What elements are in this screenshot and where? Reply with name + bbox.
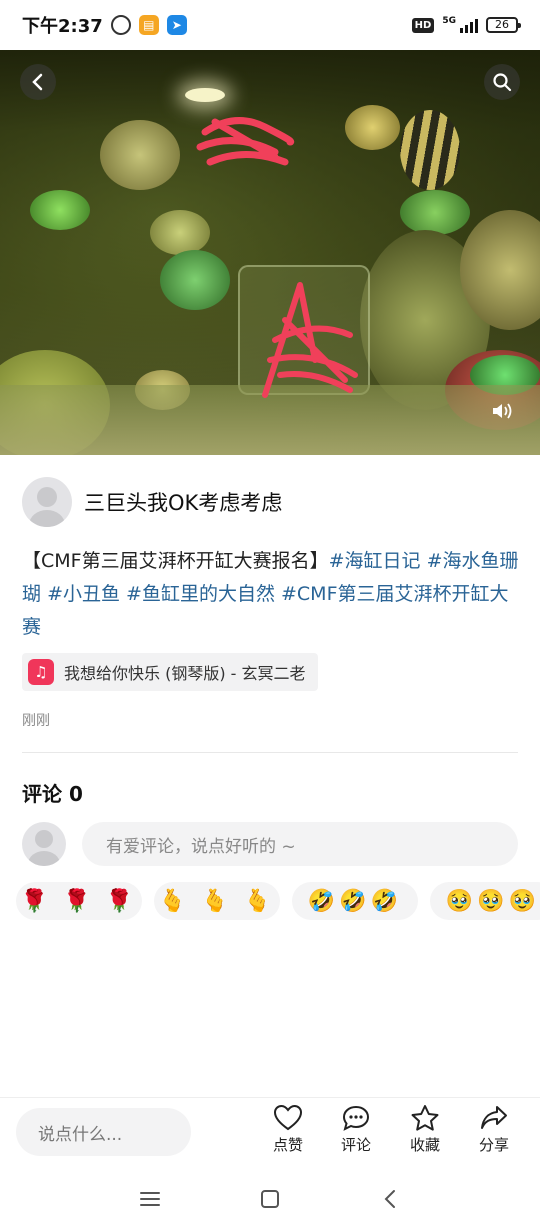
like-label: 点赞 bbox=[272, 1136, 303, 1154]
home-button[interactable] bbox=[256, 1185, 284, 1213]
menu-button[interactable] bbox=[136, 1185, 164, 1213]
menu-icon bbox=[140, 1192, 160, 1206]
back-arrow-icon bbox=[32, 73, 43, 91]
author-row[interactable]: 三巨头我OK考虑考虑 bbox=[22, 477, 282, 527]
network-label: 5G bbox=[442, 16, 456, 26]
quick-emoji-laughing[interactable]: 🤣🤣🤣 bbox=[292, 882, 418, 920]
post-title: 【CMF第三届艾湃杯开缸大赛报名】 bbox=[22, 550, 329, 572]
comment-bubble-icon bbox=[342, 1105, 370, 1131]
system-nav-bar bbox=[0, 1167, 540, 1230]
hashtag[interactable]: #海缸日记 bbox=[329, 550, 421, 572]
share-arrow-icon bbox=[481, 1106, 507, 1129]
coral bbox=[160, 250, 230, 310]
quick-emoji-teary[interactable]: 🥹🥹🥹 bbox=[430, 882, 540, 920]
back-button[interactable] bbox=[20, 64, 56, 100]
coral bbox=[345, 105, 400, 150]
comment-input[interactable]: 有爱评论，说点好听的 ~ bbox=[82, 822, 518, 866]
coral bbox=[150, 210, 210, 255]
music-note-icon: ♫ bbox=[28, 659, 54, 685]
post-text: 【CMF第三届艾湃杯开缸大赛报名】#海缸日记 #海水鱼珊瑚 #小丑鱼 #鱼缸里的… bbox=[22, 545, 522, 644]
comments-title: 评论 0 bbox=[22, 778, 83, 807]
fish bbox=[400, 110, 460, 190]
chevron-left-icon bbox=[384, 1190, 395, 1208]
comment-label: 评论 bbox=[340, 1136, 371, 1154]
like-button[interactable]: 点赞 bbox=[263, 1104, 313, 1155]
quick-emoji-rose[interactable]: 🌹 🌹 🌹 bbox=[16, 882, 142, 920]
system-back-button[interactable] bbox=[376, 1185, 404, 1213]
quick-emoji-heart-hands[interactable]: 🫰 🫰 🫰 bbox=[154, 882, 280, 920]
share-button[interactable]: 分享 bbox=[469, 1104, 519, 1155]
hd-badge: HD bbox=[411, 17, 435, 33]
heart-icon bbox=[273, 1104, 303, 1131]
tank-light bbox=[185, 88, 225, 102]
home-square-icon bbox=[261, 1190, 279, 1208]
divider bbox=[22, 752, 518, 753]
coral bbox=[400, 190, 470, 235]
app-notification-icon: ▤ bbox=[138, 15, 159, 35]
status-right: HD 5G 26 bbox=[411, 16, 521, 33]
author-name[interactable]: 三巨头我OK考虑考虑 bbox=[84, 487, 282, 517]
search-icon bbox=[493, 73, 512, 92]
alarm-icon bbox=[110, 15, 131, 35]
say-something-input[interactable]: 说点什么... bbox=[16, 1108, 191, 1156]
status-left: 下午2:37 ▤ ➤ bbox=[22, 12, 187, 38]
comments-count: 0 bbox=[68, 782, 83, 806]
quick-emoji-row: 🌹 🌹 🌹 🫰 🫰 🫰 🤣🤣🤣 🥹🥹🥹 bbox=[16, 882, 540, 922]
post-time: 刚刚 bbox=[22, 713, 50, 729]
comment-button[interactable]: 评论 bbox=[331, 1104, 381, 1155]
scribble-mark-2 bbox=[262, 282, 358, 398]
sound-button[interactable] bbox=[488, 397, 516, 425]
hashtag[interactable]: #鱼缸里的大自然 bbox=[126, 583, 275, 605]
scribble-mark bbox=[196, 117, 295, 166]
coral bbox=[100, 120, 180, 190]
share-label: 分享 bbox=[478, 1136, 509, 1154]
comments-label: 评论 bbox=[22, 782, 62, 806]
music-tag[interactable]: ♫ 我想给你快乐 (钢琴版) - 玄冥二老 bbox=[22, 653, 318, 691]
music-label: 我想给你快乐 (钢琴版) - 玄冥二老 bbox=[64, 664, 306, 683]
post-media[interactable] bbox=[0, 50, 540, 455]
favorite-button[interactable]: 收藏 bbox=[400, 1104, 450, 1155]
hashtag[interactable]: #小丑鱼 bbox=[47, 583, 120, 605]
favorite-label: 收藏 bbox=[409, 1136, 440, 1154]
battery-icon: 26 bbox=[486, 17, 521, 33]
app-notification-icon-2: ➤ bbox=[166, 15, 187, 35]
status-time: 下午2:37 bbox=[22, 16, 103, 37]
author-avatar[interactable] bbox=[22, 477, 72, 527]
coral bbox=[30, 190, 90, 230]
search-button[interactable] bbox=[484, 64, 520, 100]
current-user-avatar bbox=[22, 822, 66, 866]
status-bar: 下午2:37 ▤ ➤ HD 5G 26 bbox=[0, 0, 540, 50]
signal-icon bbox=[460, 17, 478, 33]
bottom-action-bar: 说点什么... 点赞 评论 收藏 分享 bbox=[0, 1097, 540, 1167]
speaker-icon bbox=[493, 403, 512, 419]
star-icon bbox=[411, 1105, 439, 1131]
